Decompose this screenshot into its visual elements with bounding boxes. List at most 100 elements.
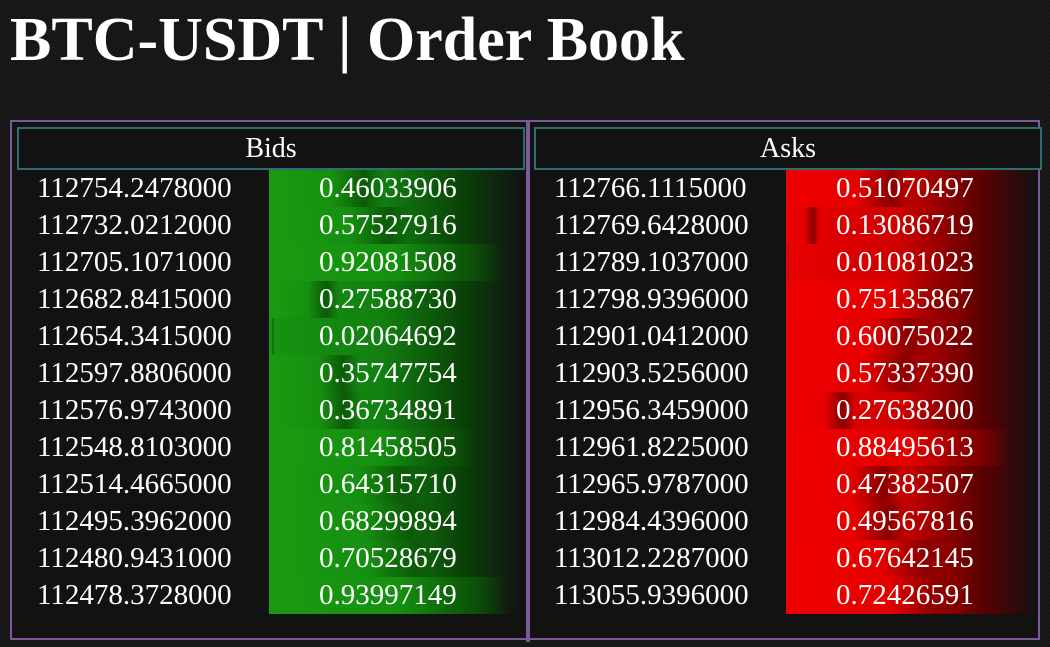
bid-size-cell: 0.27588730: [269, 281, 521, 318]
ask-size-cell: 0.47382507: [786, 466, 1038, 503]
ask-size: 0.67642145: [836, 542, 974, 574]
ask-price: 112798.9396000: [554, 283, 749, 315]
ask-size: 0.47382507: [836, 468, 974, 500]
bid-size: 0.02064692: [319, 320, 457, 352]
order-book-panel: Bids 112754.2478000 0.46033906 112732.0212…: [10, 120, 1042, 642]
asks-rows: 112766.1115000 0.51070497 112769.6428000 0.…: [534, 170, 1042, 614]
ask-row: 112789.1037000 0.01081023: [534, 244, 1042, 281]
ask-row: 112961.8225000 0.88495613: [534, 429, 1042, 466]
bid-row: 112732.0212000 0.57527916: [17, 207, 525, 244]
ask-size-cell: 0.67642145: [786, 540, 1038, 577]
ask-depth-bar: [786, 244, 789, 281]
bid-size-cell: 0.70528679: [269, 540, 521, 577]
bid-row: 112478.3728000 0.93997149: [17, 577, 525, 614]
ask-size-cell: 0.51070497: [786, 170, 1038, 207]
ask-price: 113012.2287000: [554, 542, 749, 574]
ask-size-cell: 0.13086719: [786, 207, 1038, 244]
bid-size: 0.93997149: [319, 579, 457, 611]
bid-price: 112480.9431000: [37, 542, 232, 574]
ask-size: 0.49567816: [836, 505, 974, 537]
bid-row: 112597.8806000 0.35747754: [17, 355, 525, 392]
bid-price: 112514.4665000: [37, 468, 232, 500]
ask-size: 0.75135867: [836, 283, 974, 315]
bid-price: 112576.9743000: [37, 394, 232, 426]
bids-rows: 112754.2478000 0.46033906 112732.0212000 0.…: [17, 170, 525, 614]
ask-size-cell: 0.27638200: [786, 392, 1038, 429]
bid-size: 0.92081508: [319, 246, 457, 278]
bid-row: 112754.2478000 0.46033906: [17, 170, 525, 207]
bid-size: 0.36734891: [319, 394, 457, 426]
ask-row: 113012.2287000 0.67642145: [534, 540, 1042, 577]
bid-size: 0.64315710: [319, 468, 457, 500]
ask-price: 112965.9787000: [554, 468, 749, 500]
bid-size: 0.27588730: [319, 283, 457, 315]
ask-size-cell: 0.49567816: [786, 503, 1038, 540]
bid-size-cell: 0.36734891: [269, 392, 521, 429]
ask-size: 0.60075022: [836, 320, 974, 352]
asks-table: Asks 112766.1115000 0.51070497 112769.6428…: [534, 127, 1042, 647]
bid-row: 112576.9743000 0.36734891: [17, 392, 525, 429]
bid-size: 0.68299894: [319, 505, 457, 537]
bid-size-cell: 0.35747754: [269, 355, 521, 392]
bids-table: Bids 112754.2478000 0.46033906 112732.0212…: [17, 127, 525, 647]
bid-size: 0.81458505: [319, 431, 457, 463]
bid-row: 112654.3415000 0.02064692: [17, 318, 525, 355]
bid-row: 112480.9431000 0.70528679: [17, 540, 525, 577]
ask-depth-bar: [786, 207, 819, 244]
ask-size-cell: 0.72426591: [786, 577, 1038, 614]
ask-size: 0.27638200: [836, 394, 974, 426]
ask-row: 112798.9396000 0.75135867: [534, 281, 1042, 318]
bid-row: 112514.4665000 0.64315710: [17, 466, 525, 503]
ask-size-cell: 0.57337390: [786, 355, 1038, 392]
bid-size: 0.57527916: [319, 209, 457, 241]
ask-size: 0.51070497: [836, 172, 974, 204]
bid-size: 0.46033906: [319, 172, 457, 204]
asks-header: Asks: [534, 127, 1042, 170]
ask-price: 112903.5256000: [554, 357, 749, 389]
ask-size-cell: 0.01081023: [786, 244, 1038, 281]
ask-price: 112789.1037000: [554, 246, 749, 278]
ask-size-cell: 0.75135867: [786, 281, 1038, 318]
bid-price: 112732.0212000: [37, 209, 232, 241]
bid-row: 112548.8103000 0.81458505: [17, 429, 525, 466]
ask-row: 112956.3459000 0.27638200: [534, 392, 1042, 429]
bid-price: 112754.2478000: [37, 172, 232, 204]
bid-row: 112495.3962000 0.68299894: [17, 503, 525, 540]
bid-size-cell: 0.93997149: [269, 577, 521, 614]
bid-price: 112478.3728000: [37, 579, 232, 611]
bid-row: 112705.1071000 0.92081508: [17, 244, 525, 281]
ask-row: 112984.4396000 0.49567816: [534, 503, 1042, 540]
ask-row: 112766.1115000 0.51070497: [534, 170, 1042, 207]
ask-price: 113055.9396000: [554, 579, 749, 611]
ask-size: 0.57337390: [836, 357, 974, 389]
bid-depth-bar: [269, 318, 274, 355]
bid-price: 112654.3415000: [37, 320, 232, 352]
ask-row: 112903.5256000 0.57337390: [534, 355, 1042, 392]
ask-price: 112766.1115000: [554, 172, 747, 204]
bid-size-cell: 0.64315710: [269, 466, 521, 503]
bid-size: 0.70528679: [319, 542, 457, 574]
page-title: BTC-USDT | Order Book: [10, 6, 685, 74]
ask-size: 0.01081023: [836, 246, 974, 278]
bid-size-cell: 0.02064692: [269, 318, 521, 355]
ask-price: 112956.3459000: [554, 394, 749, 426]
bids-header: Bids: [17, 127, 525, 170]
bid-row: 112682.8415000 0.27588730: [17, 281, 525, 318]
ask-size: 0.13086719: [836, 209, 974, 241]
ask-row: 112901.0412000 0.60075022: [534, 318, 1042, 355]
bid-price: 112495.3962000: [37, 505, 232, 537]
bid-price: 112548.8103000: [37, 431, 232, 463]
ask-row: 113055.9396000 0.72426591: [534, 577, 1042, 614]
bid-price: 112682.8415000: [37, 283, 232, 315]
ask-size-cell: 0.88495613: [786, 429, 1038, 466]
ask-size-cell: 0.60075022: [786, 318, 1038, 355]
ask-size: 0.72426591: [836, 579, 974, 611]
ask-size: 0.88495613: [836, 431, 974, 463]
ask-row: 112965.9787000 0.47382507: [534, 466, 1042, 503]
column-divider: [526, 122, 530, 642]
bid-size-cell: 0.57527916: [269, 207, 521, 244]
ask-price: 112901.0412000: [554, 320, 749, 352]
bid-size-cell: 0.81458505: [269, 429, 521, 466]
bid-size-cell: 0.92081508: [269, 244, 521, 281]
bid-size-cell: 0.46033906: [269, 170, 521, 207]
